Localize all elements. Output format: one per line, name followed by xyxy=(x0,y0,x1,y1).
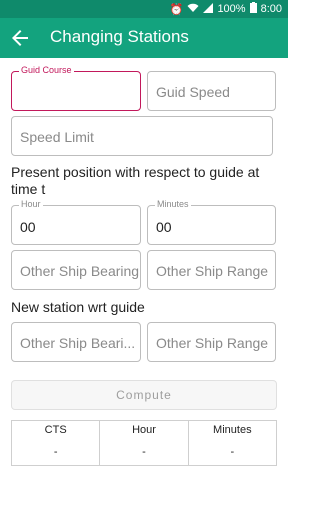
hour-label: Hour xyxy=(19,199,43,209)
guid-speed-placeholder: Guid Speed xyxy=(156,84,230,100)
results-value-hour: - xyxy=(142,446,146,458)
guid-course-input[interactable]: Guid Course xyxy=(11,65,141,111)
speed-limit-input[interactable]: Speed Limit xyxy=(11,116,273,156)
results-value-minutes: - xyxy=(230,446,235,458)
compute-button[interactable]: Compute xyxy=(11,380,277,410)
other-ship-bearing-input[interactable]: Other Ship Bearing xyxy=(11,250,141,290)
minutes-label: Minutes xyxy=(155,199,191,209)
battery-percent: 100% xyxy=(217,3,246,15)
other-ship-range-placeholder: Other Ship Range xyxy=(156,263,269,279)
app-bar: Changing Stations xyxy=(0,18,288,58)
results-header-minutes: Minutes xyxy=(213,424,252,436)
new-range-placeholder: Other Ship Range xyxy=(156,335,269,351)
speed-limit-placeholder: Speed Limit xyxy=(20,129,94,145)
results-table: CTS - Hour - Minutes - xyxy=(11,420,277,466)
hour-input[interactable]: Hour 00 xyxy=(11,199,141,245)
wifi-icon xyxy=(187,3,199,16)
results-col-hour: Hour - xyxy=(100,421,189,465)
page-title: Changing Stations xyxy=(50,27,189,46)
alarm-icon: ⏰ xyxy=(169,3,184,16)
results-col-minutes: Minutes - xyxy=(189,421,276,465)
new-range-input[interactable]: Other Ship Range xyxy=(147,322,276,362)
results-header-cts: CTS xyxy=(44,424,67,436)
hour-value: 00 xyxy=(20,219,36,235)
clock-time: 8:00 xyxy=(260,3,282,15)
section-new-station: New station wrt guide xyxy=(11,299,145,315)
results-value-cts: - xyxy=(53,446,58,458)
status-bar: ⏰ 100% 8:00 xyxy=(0,0,288,18)
results-header-hour: Hour xyxy=(132,424,156,436)
minutes-value: 00 xyxy=(156,219,172,235)
battery-icon xyxy=(249,2,257,16)
signal-icon xyxy=(203,2,214,16)
new-bearing-input[interactable]: Other Ship Beari... xyxy=(11,322,141,362)
guid-speed-input[interactable]: Guid Speed xyxy=(147,71,276,111)
section-present-position: Present position with respect to guide a… xyxy=(11,164,260,197)
minutes-input[interactable]: Minutes 00 xyxy=(147,199,276,245)
other-ship-bearing-placeholder: Other Ship Bearing xyxy=(20,263,140,279)
other-ship-range-input[interactable]: Other Ship Range xyxy=(147,250,276,290)
back-arrow-icon[interactable] xyxy=(8,26,32,50)
results-col-cts: CTS - xyxy=(12,421,101,465)
guid-course-label: Guid Course xyxy=(19,65,74,75)
new-bearing-placeholder: Other Ship Beari... xyxy=(20,335,136,351)
